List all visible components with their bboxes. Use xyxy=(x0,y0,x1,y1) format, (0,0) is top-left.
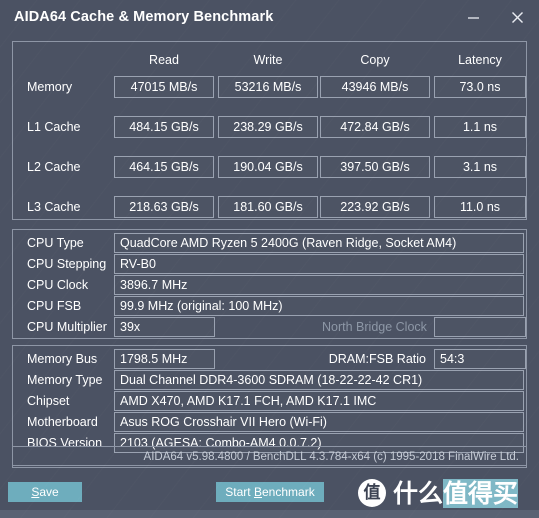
watermark-text: 什么值得买 xyxy=(393,478,519,508)
start-pre-label: Start xyxy=(225,485,254,499)
cpu-multiplier-label: CPU Multiplier xyxy=(27,320,107,334)
motherboard-row: Motherboard Asus ROG Crosshair VII Hero … xyxy=(13,412,526,432)
window-controls xyxy=(451,0,539,34)
l3-latency-value: 11.0 ns xyxy=(434,196,526,218)
benchmark-results-panel: Read Write Copy Latency Memory 47015 MB/… xyxy=(12,41,527,220)
chipset-row: Chipset AMD X470, AMD K17.1 FCH, AMD K17… xyxy=(13,391,526,411)
cpu-multiplier-value: 39x xyxy=(114,317,215,337)
table-row: Memory 47015 MB/s 53216 MB/s 43946 MB/s … xyxy=(13,76,526,98)
memory-read-value: 47015 MB/s xyxy=(114,76,214,98)
cpu-fsb-label: CPU FSB xyxy=(27,299,82,313)
memory-bus-label: Memory Bus xyxy=(27,352,98,366)
memory-bus-value: 1798.5 MHz xyxy=(114,349,215,369)
minimize-button[interactable] xyxy=(451,0,495,34)
column-header-copy: Copy xyxy=(360,53,390,67)
cpu-fsb-value: 99.9 MHz (original: 100 MHz) xyxy=(114,296,524,316)
cpu-type-label: CPU Type xyxy=(27,236,84,250)
memory-type-label: Memory Type xyxy=(27,373,103,387)
cpu-fsb-row: CPU FSB 99.9 MHz (original: 100 MHz) xyxy=(13,296,526,316)
row-label-memory: Memory xyxy=(27,80,73,94)
minimize-icon xyxy=(467,16,479,19)
cpu-info-panel: CPU Type QuadCore AMD Ryzen 5 2400G (Rav… xyxy=(12,229,527,339)
l1-write-value: 238.29 GB/s xyxy=(218,116,318,138)
start-accel-char: B xyxy=(253,485,262,499)
cpu-stepping-label: CPU Stepping xyxy=(27,257,107,271)
north-bridge-clock-label: North Bridge Clock xyxy=(322,320,427,334)
watermark: 值 什么值得买 xyxy=(358,473,519,513)
north-bridge-clock-value xyxy=(434,317,526,337)
column-header-latency: Latency xyxy=(458,53,502,67)
l1-read-value: 484.15 GB/s xyxy=(114,116,214,138)
memory-latency-value: 73.0 ns xyxy=(434,76,526,98)
memory-bus-row: Memory Bus 1798.5 MHz DRAM:FSB Ratio 54:… xyxy=(13,349,526,369)
cpu-type-value: QuadCore AMD Ryzen 5 2400G (Raven Ridge,… xyxy=(114,233,524,253)
save-rest-label: ave xyxy=(39,485,59,499)
chipset-label: Chipset xyxy=(27,394,70,408)
l3-write-value: 181.60 GB/s xyxy=(218,196,318,218)
row-label-l3-cache: L3 Cache xyxy=(27,200,81,214)
l1-latency-value: 1.1 ns xyxy=(434,116,526,138)
l2-read-value: 464.15 GB/s xyxy=(114,156,214,178)
cpu-clock-row: CPU Clock 3896.7 MHz xyxy=(13,275,526,295)
cpu-clock-label: CPU Clock xyxy=(27,278,89,292)
footer-credits-panel: AIDA64 v5.98.4800 / BenchDLL 4.3.784-x64… xyxy=(12,446,527,468)
dram-fsb-ratio-value: 54:3 xyxy=(434,349,526,369)
save-button[interactable]: Save xyxy=(8,482,82,502)
l2-write-value: 190.04 GB/s xyxy=(218,156,318,178)
window-title: AIDA64 Cache & Memory Benchmark xyxy=(14,9,274,25)
benchmark-column-headers: Read Write Copy Latency xyxy=(13,53,526,71)
close-button[interactable] xyxy=(495,0,539,34)
table-row: L1 Cache 484.15 GB/s 238.29 GB/s 472.84 … xyxy=(13,116,526,138)
watermark-text-plain: 什么 xyxy=(393,478,444,508)
watermark-logo-icon: 值 xyxy=(358,479,386,507)
cpu-stepping-row: CPU Stepping RV-B0 xyxy=(13,254,526,274)
memory-write-value: 53216 MB/s xyxy=(218,76,318,98)
cpu-multiplier-row: CPU Multiplier 39x North Bridge Clock xyxy=(13,317,526,337)
close-icon xyxy=(511,11,523,23)
table-row: L3 Cache 218.63 GB/s 181.60 GB/s 223.92 … xyxy=(13,196,526,218)
watermark-text-highlight: 值得买 xyxy=(443,478,519,508)
l1-copy-value: 472.84 GB/s xyxy=(320,116,430,138)
motherboard-value: Asus ROG Crosshair VII Hero (Wi-Fi) xyxy=(114,412,524,432)
cpu-type-row: CPU Type QuadCore AMD Ryzen 5 2400G (Rav… xyxy=(13,233,526,253)
column-header-write: Write xyxy=(253,53,283,67)
l2-copy-value: 397.50 GB/s xyxy=(320,156,430,178)
motherboard-label: Motherboard xyxy=(27,415,98,429)
memory-copy-value: 43946 MB/s xyxy=(320,76,430,98)
table-row: L2 Cache 464.15 GB/s 190.04 GB/s 397.50 … xyxy=(13,156,526,178)
l2-latency-value: 3.1 ns xyxy=(434,156,526,178)
cpu-stepping-value: RV-B0 xyxy=(114,254,524,274)
start-rest-label: enchmark xyxy=(262,485,315,499)
memory-type-row: Memory Type Dual Channel DDR4-3600 SDRAM… xyxy=(13,370,526,390)
l3-copy-value: 223.92 GB/s xyxy=(320,196,430,218)
start-benchmark-button[interactable]: Start Benchmark xyxy=(216,482,324,502)
window-titlebar: AIDA64 Cache & Memory Benchmark xyxy=(0,0,539,34)
column-header-read: Read xyxy=(149,53,179,67)
l3-read-value: 218.63 GB/s xyxy=(114,196,214,218)
row-label-l1-cache: L1 Cache xyxy=(27,120,81,134)
row-label-l2-cache: L2 Cache xyxy=(27,160,81,174)
chipset-value: AMD X470, AMD K17.1 FCH, AMD K17.1 IMC xyxy=(114,391,524,411)
cpu-clock-value: 3896.7 MHz xyxy=(114,275,524,295)
footer-credits-text: AIDA64 v5.98.4800 / BenchDLL 4.3.784-x64… xyxy=(143,451,519,463)
memory-type-value: Dual Channel DDR4-3600 SDRAM (18-22-22-4… xyxy=(114,370,524,390)
dram-fsb-ratio-label: DRAM:FSB Ratio xyxy=(328,352,426,366)
